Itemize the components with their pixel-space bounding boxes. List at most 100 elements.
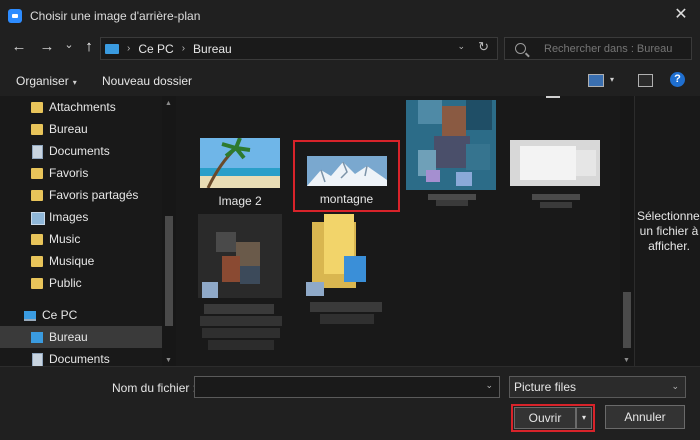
filename-combobox[interactable]: ⌄ — [194, 376, 500, 398]
sidebar-item-label: Favoris — [49, 166, 89, 180]
sidebar-item-label: Documents — [49, 352, 110, 366]
beach-thumbnail-icon — [200, 138, 280, 188]
sidebar-item-public[interactable]: Public — [0, 272, 162, 294]
preview-message: Sélectionnez un fichier à afficher. — [637, 209, 700, 253]
sidebar-item-favoris[interactable]: Favoris — [0, 162, 162, 184]
organiser-label: Organiser — [16, 74, 69, 88]
scroll-down-icon[interactable]: ▼ — [165, 357, 172, 364]
forward-arrow-icon[interactable]: → — [38, 38, 56, 56]
close-icon[interactable]: ✕ — [672, 6, 690, 24]
scroll-down-icon[interactable]: ▼ — [623, 357, 630, 364]
sidebar-item-bureau-selected[interactable]: Bureau — [0, 326, 162, 348]
folder-icon — [31, 168, 43, 179]
search-icon — [515, 43, 526, 54]
open-options-caret-icon[interactable]: ▾ — [576, 407, 592, 429]
navigation-pane: Attachments Bureau Documents Favoris Fav… — [0, 96, 176, 366]
command-toolbar: Organiser ▾ Nouveau dossier ▾ ? — [0, 64, 700, 97]
filename-label: Nom du fichier : — [112, 381, 197, 395]
folder-icon — [31, 256, 43, 267]
help-icon[interactable]: ? — [670, 72, 685, 87]
folder-icon — [31, 190, 43, 201]
sidebar-item-bureau[interactable]: Bureau — [0, 118, 162, 140]
organiser-button[interactable]: Organiser ▾ — [16, 74, 77, 88]
blurred-thumbnail-icon — [510, 140, 600, 208]
back-arrow-icon[interactable]: ← — [10, 38, 28, 56]
computer-icon — [24, 311, 36, 321]
folder-icon — [31, 124, 43, 135]
file-list-scrollbar[interactable]: ▼ — [620, 96, 634, 366]
file-item-blurred-3[interactable] — [194, 212, 290, 362]
preview-pane-toggle-icon[interactable] — [638, 74, 653, 87]
address-dropdown-chevron-icon[interactable]: ⌄ — [457, 41, 465, 52]
dialog-footer: Nom du fichier : ⌄ Picture files ⌄ Ouvri… — [0, 366, 700, 440]
filetype-value: Picture files — [514, 380, 577, 394]
file-item-blurred-4[interactable] — [300, 212, 390, 332]
document-icon — [32, 145, 43, 159]
sidebar-item-documents-2[interactable]: Documents — [0, 348, 162, 366]
file-item-blurred-1[interactable] — [402, 100, 502, 210]
folder-icon — [31, 102, 43, 113]
sidebar-item-label: Ce PC — [42, 308, 78, 322]
blurred-thumbnail-icon — [198, 214, 282, 350]
sidebar-item-label: Music — [49, 232, 81, 246]
sidebar-item-images[interactable]: Images — [0, 206, 162, 228]
sidebar-item-ce-pc[interactable]: Ce PC — [0, 304, 162, 326]
sidebar-item-label: Musique — [49, 254, 95, 268]
zoom-app-icon — [8, 8, 22, 23]
sidebar-item-favoris-partages[interactable]: Favoris partagés — [0, 184, 162, 206]
chevron-down-icon: ⌄ — [671, 381, 679, 391]
file-item-blurred-2[interactable] — [510, 136, 606, 216]
file-name: montagne — [319, 192, 374, 206]
pictures-icon — [31, 212, 45, 225]
filename-input[interactable] — [195, 377, 481, 397]
scrollbar-thumb[interactable] — [165, 216, 173, 326]
window-title: Choisir une image d'arrière-plan — [30, 8, 201, 23]
change-view-icon[interactable] — [588, 74, 604, 87]
title-bar: Choisir une image d'arrière-plan ✕ — [0, 0, 700, 31]
file-dialog-window: Choisir une image d'arrière-plan ✕ ← → ⌄… — [0, 0, 700, 440]
desktop-icon — [31, 332, 43, 343]
sidebar-item-label: Attachments — [49, 100, 116, 114]
sidebar-item-label: Public — [49, 276, 82, 290]
sidebar-scrollbar[interactable]: ▲ ▼ — [162, 96, 176, 366]
sidebar-item-musique[interactable]: Musique — [0, 250, 162, 272]
sidebar-item-documents[interactable]: Documents — [0, 140, 162, 162]
blurred-folder-thumbnail-icon — [306, 214, 382, 324]
breadcrumb-separator-icon[interactable]: › — [127, 43, 130, 54]
open-button[interactable]: Ouvrir — [514, 407, 576, 429]
search-box[interactable] — [504, 37, 692, 60]
refresh-icon[interactable]: ↻ — [478, 39, 489, 55]
navigation-bar: ← → ⌄ ↑ › Ce PC › Bureau ⌄ ↻ — [0, 31, 700, 64]
sidebar-item-label: Favoris partagés — [49, 188, 139, 202]
mountain-thumbnail-icon — [307, 156, 387, 186]
address-bar[interactable]: › Ce PC › Bureau ⌄ ↻ — [100, 37, 498, 60]
blurred-thumbnail-icon — [406, 100, 496, 206]
cancel-button[interactable]: Annuler — [605, 405, 685, 429]
sidebar-item-label: Documents — [49, 144, 110, 158]
scroll-up-icon[interactable]: ▲ — [165, 100, 172, 107]
file-item-partial-edge — [546, 96, 560, 98]
new-folder-button[interactable]: Nouveau dossier — [102, 74, 192, 88]
breadcrumb-ce-pc[interactable]: Ce PC — [138, 42, 173, 56]
recent-locations-chevron-icon[interactable]: ⌄ — [60, 36, 78, 54]
document-icon — [32, 353, 43, 366]
filetype-select[interactable]: Picture files ⌄ — [509, 376, 686, 398]
file-item-montagne[interactable]: montagne — [293, 140, 400, 212]
sidebar-item-attachments[interactable]: Attachments — [0, 96, 162, 118]
up-arrow-icon[interactable]: ↑ — [80, 38, 98, 56]
scrollbar-thumb[interactable] — [623, 292, 631, 348]
breadcrumb-bureau[interactable]: Bureau — [193, 42, 232, 56]
caret-down-icon: ▾ — [72, 78, 77, 87]
sidebar-item-label: Images — [49, 210, 89, 224]
sidebar-item-music[interactable]: Music — [0, 228, 162, 250]
preview-pane: Sélectionnez un fichier à afficher. — [634, 96, 700, 366]
sidebar-item-label: Bureau — [49, 330, 88, 344]
folder-icon — [31, 278, 43, 289]
search-input[interactable] — [542, 41, 686, 56]
open-button-group: Ouvrir ▾ — [511, 404, 595, 432]
view-options-caret-icon[interactable]: ▾ — [610, 75, 614, 84]
breadcrumb-separator-icon[interactable]: › — [182, 43, 185, 54]
file-item-image-2[interactable]: Image 2 — [198, 136, 282, 216]
file-list-view: Image 2 montagne — [176, 96, 620, 366]
chevron-down-icon[interactable]: ⌄ — [485, 380, 493, 391]
